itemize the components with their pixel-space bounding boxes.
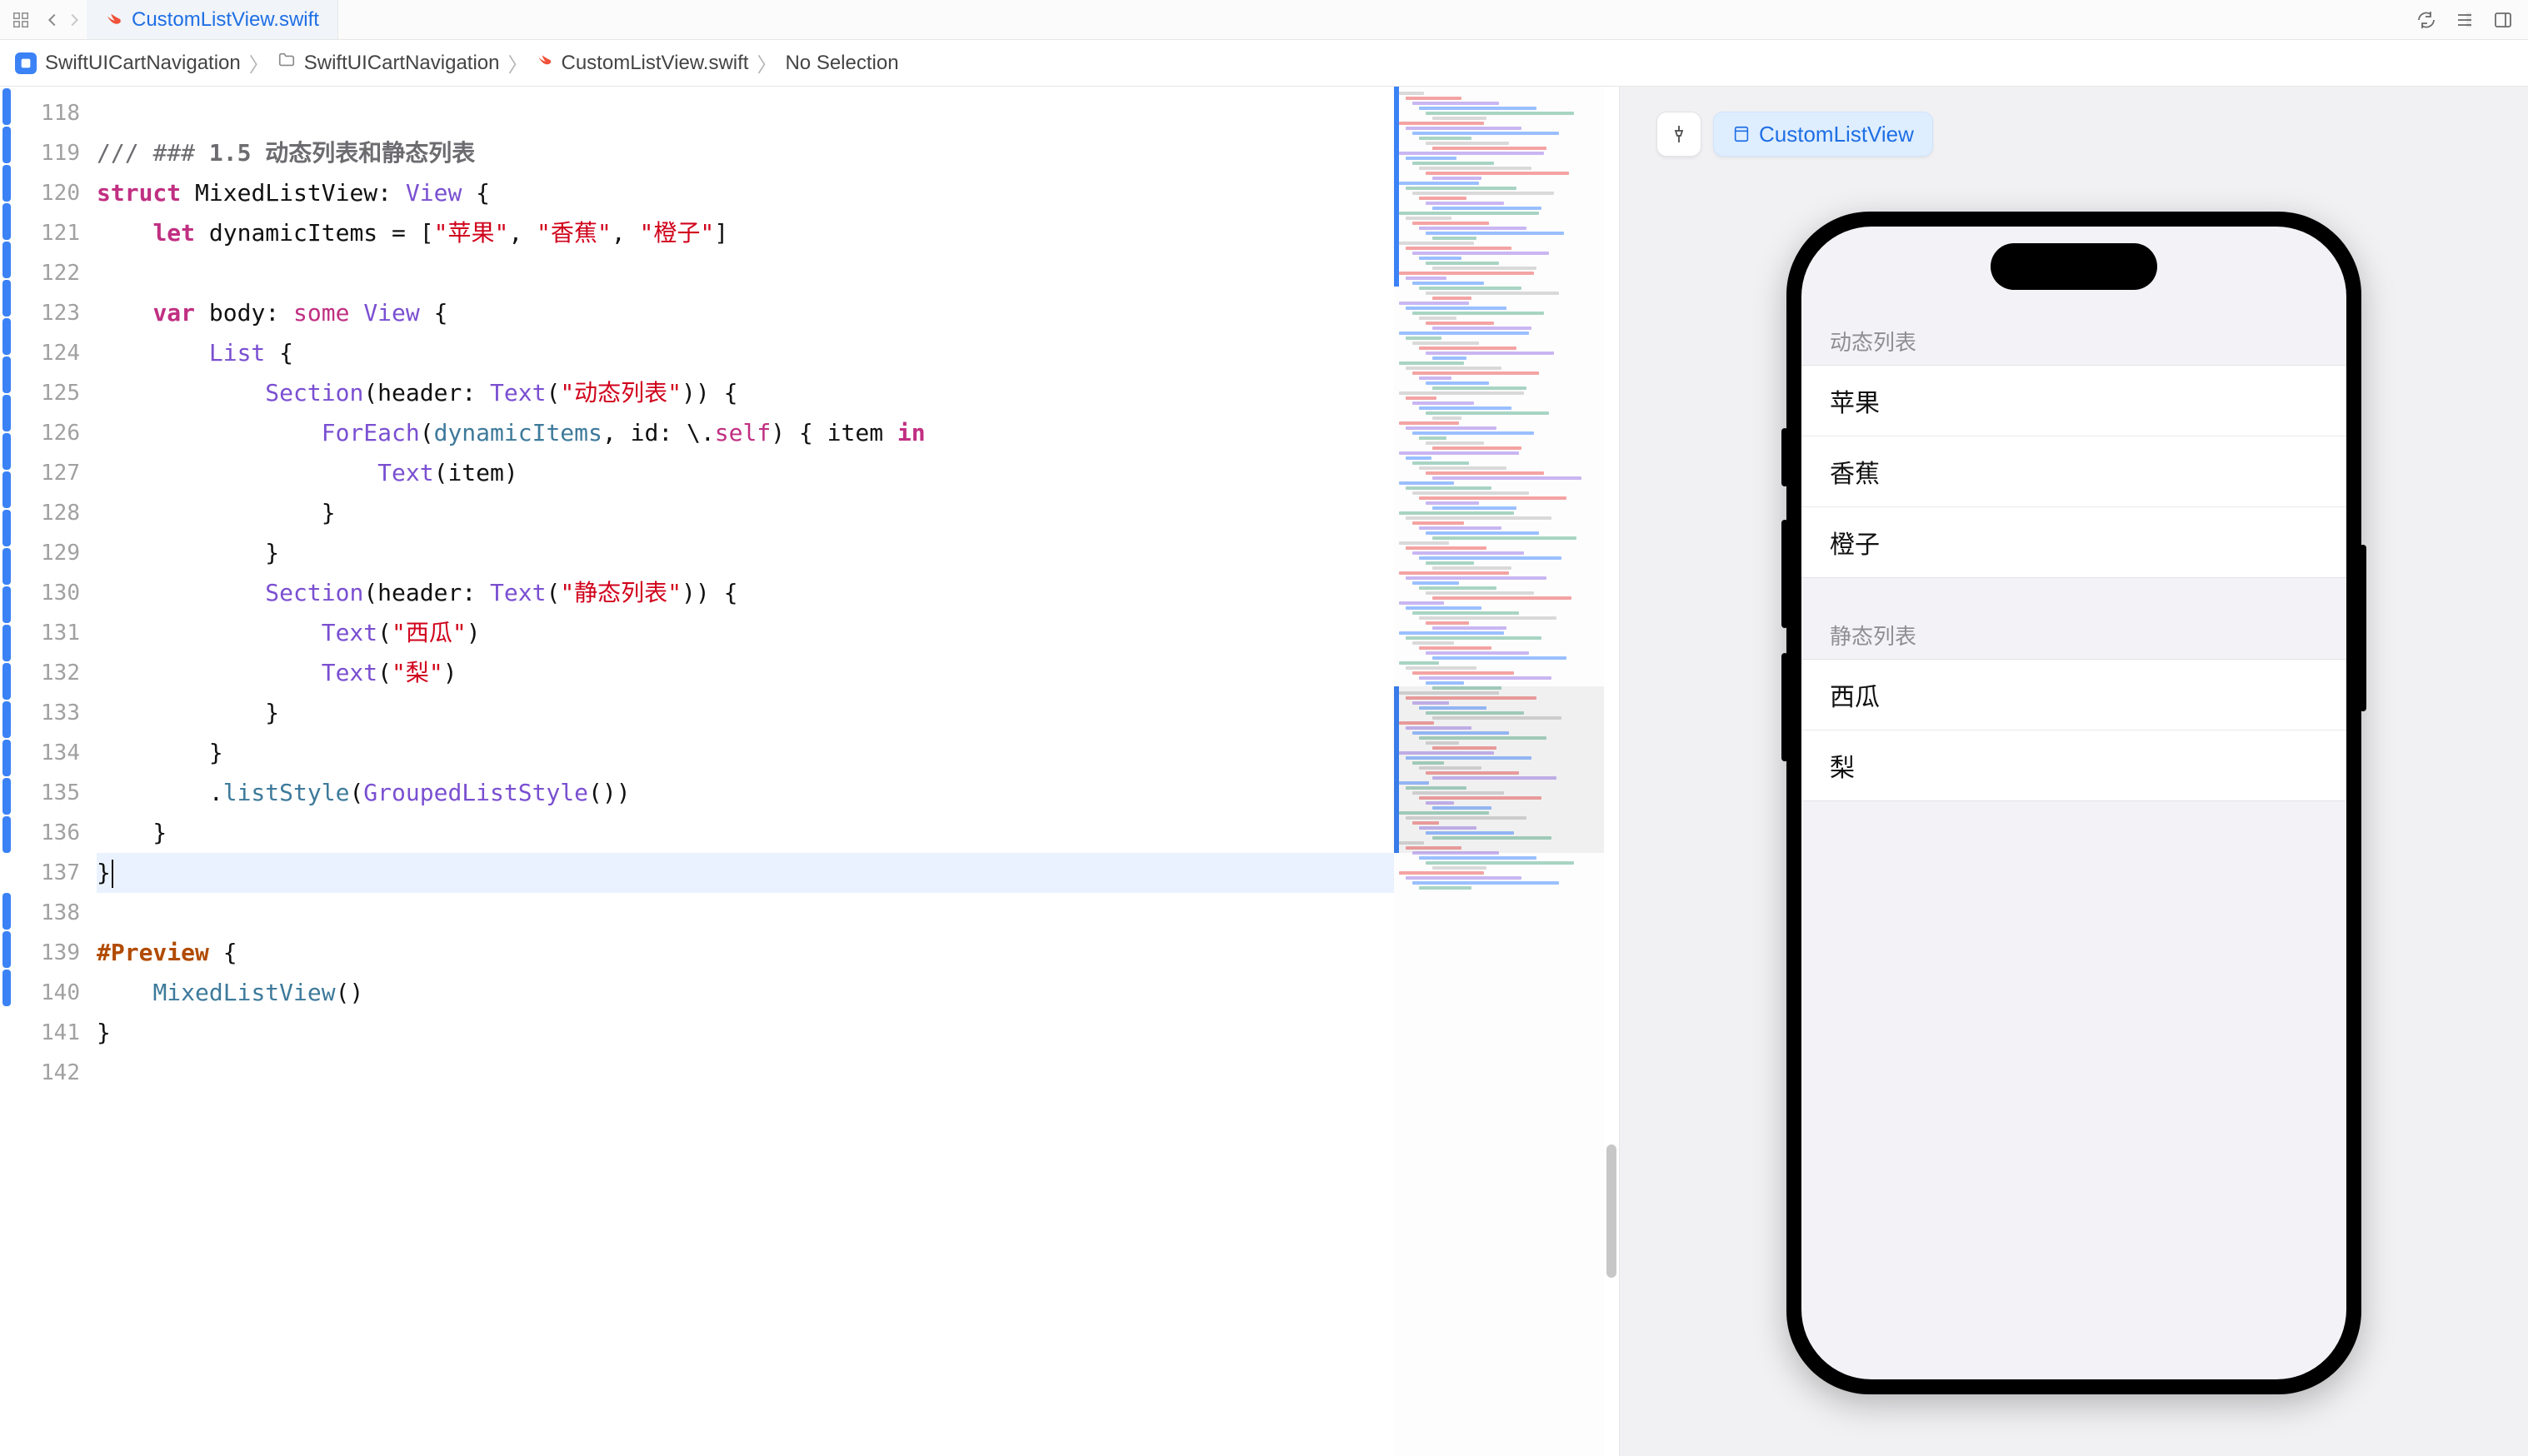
section-header: 静态列表 — [1801, 608, 2346, 659]
preview-chip-label: CustomListView — [1759, 122, 1914, 147]
breadcrumb-project-label: SwiftUICartNavigation — [45, 52, 241, 75]
code-editor[interactable]: 1181191201211221231241251261271281291301… — [0, 87, 1620, 1456]
device-button-power — [2360, 545, 2366, 711]
canvas-preview: CustomListView 动态列表 苹果香蕉橙子 静态列表 西瓜梨 — [1620, 87, 2528, 1456]
adjust-editor-icon[interactable] — [2455, 10, 2475, 30]
breadcrumb-selection-label: No Selection — [785, 52, 898, 75]
code-area[interactable]: /// ### 1.5 动态列表和静态列表 struct MixedListVi… — [92, 87, 1394, 1456]
list-item[interactable]: 西瓜 — [1801, 660, 2346, 730]
dynamic-island — [1991, 243, 2157, 290]
pin-button[interactable] — [1656, 112, 1701, 157]
nav-forward-icon[interactable] — [65, 11, 83, 29]
breadcrumb-file[interactable]: CustomListView.swift — [537, 52, 749, 75]
swift-icon — [537, 52, 553, 75]
breadcrumb: SwiftUICartNavigation 〉 SwiftUICartNavig… — [0, 40, 2528, 87]
breadcrumb-group-label: SwiftUICartNavigation — [304, 52, 500, 75]
change-bar — [0, 87, 13, 1456]
list-section: 苹果香蕉橙子 — [1801, 365, 2346, 578]
scrollbar[interactable] — [1604, 87, 1619, 1456]
editor-layout-icon[interactable] — [0, 0, 40, 39]
project-icon — [15, 52, 37, 74]
device-button-volume-down — [1781, 653, 1788, 761]
app-list[interactable]: 动态列表 苹果香蕉橙子 静态列表 西瓜梨 — [1801, 227, 2346, 801]
chevron-right-icon: 〉 — [507, 48, 530, 77]
toggle-sidebar-right-icon[interactable] — [2493, 10, 2513, 30]
list-item[interactable]: 橙子 — [1801, 507, 2346, 577]
device-screen[interactable]: 动态列表 苹果香蕉橙子 静态列表 西瓜梨 — [1801, 227, 2346, 1379]
breadcrumb-project[interactable]: SwiftUICartNavigation — [15, 52, 241, 75]
refresh-icon[interactable] — [2416, 10, 2436, 30]
file-tab[interactable]: CustomListView.swift — [87, 0, 338, 39]
section-header: 动态列表 — [1801, 314, 2346, 365]
list-section: 西瓜梨 — [1801, 659, 2346, 801]
scrollbar-thumb[interactable] — [1606, 1144, 1616, 1278]
list-item[interactable]: 苹果 — [1801, 366, 2346, 436]
tab-bar: CustomListView.swift — [0, 0, 2528, 40]
device-button-silence — [1781, 428, 1788, 486]
chevron-right-icon: 〉 — [755, 48, 778, 77]
nav-back-icon[interactable] — [43, 11, 62, 29]
swift-icon — [105, 11, 123, 29]
folder-icon — [277, 51, 296, 75]
breadcrumb-file-label: CustomListView.swift — [562, 52, 749, 75]
device-button-volume-up — [1781, 520, 1788, 628]
chevron-right-icon: 〉 — [247, 48, 271, 77]
main-split: 1181191201211221231241251261271281291301… — [0, 87, 2528, 1456]
breadcrumb-group[interactable]: SwiftUICartNavigation — [277, 51, 500, 75]
tab-title: CustomListView.swift — [132, 8, 319, 32]
minimap[interactable] — [1394, 87, 1604, 1456]
line-gutter[interactable]: 1181191201211221231241251261271281291301… — [13, 87, 92, 1456]
device-frame: 动态列表 苹果香蕉橙子 静态列表 西瓜梨 — [1786, 212, 2361, 1394]
list-item[interactable]: 香蕉 — [1801, 436, 2346, 507]
breadcrumb-selection[interactable]: No Selection — [785, 52, 898, 75]
list-item[interactable]: 梨 — [1801, 730, 2346, 800]
preview-selector[interactable]: CustomListView — [1713, 112, 1933, 157]
